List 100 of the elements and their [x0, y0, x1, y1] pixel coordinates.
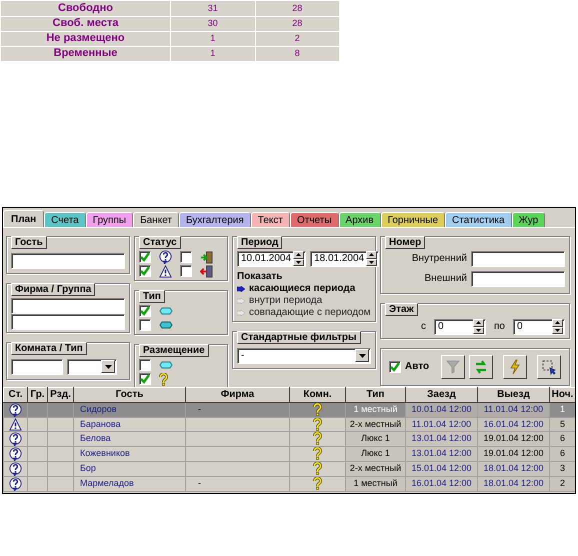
column-header[interactable]: Комн. — [290, 387, 346, 402]
checkbox[interactable] — [139, 373, 151, 385]
tab[interactable]: Горничные — [380, 212, 446, 226]
tab[interactable]: Счета — [44, 212, 86, 226]
column-header[interactable]: Выезд — [478, 387, 550, 402]
tab[interactable]: Группы — [86, 212, 134, 226]
row-label: Своб. места — [0, 16, 170, 31]
type-dropdown[interactable] — [67, 358, 117, 374]
checkbox[interactable] — [139, 251, 151, 263]
bed-icon — [159, 321, 173, 329]
column-header[interactable]: Ноч. — [550, 387, 575, 402]
bed-icon — [159, 307, 173, 315]
question-bubble-icon — [9, 476, 22, 490]
table-cell: 1 — [550, 402, 575, 417]
firm-field[interactable] — [11, 298, 125, 314]
tab[interactable]: Бухгалтерия — [179, 212, 251, 226]
tab[interactable]: Отчеты — [290, 212, 339, 226]
group-title: Номер — [385, 236, 426, 248]
selection-icon — [541, 358, 558, 374]
column-header[interactable]: Ст. — [4, 387, 28, 402]
spin-up-button[interactable] — [366, 251, 378, 258]
table-cell: 28 — [255, 1, 340, 16]
filter-dropdown[interactable]: - — [237, 348, 371, 364]
number-field[interactable]: 0 — [513, 318, 565, 334]
room-field[interactable] — [11, 358, 63, 374]
column-header[interactable]: Тип — [346, 387, 406, 402]
question-mark-icon — [313, 418, 322, 430]
up-arrow-icon — [555, 321, 560, 324]
group-field[interactable] — [11, 314, 125, 330]
checkbox[interactable] — [180, 265, 192, 277]
filter-icon — [445, 358, 462, 374]
down-arrow-icon — [369, 260, 374, 264]
checkbox[interactable] — [139, 265, 151, 277]
table-cell: 2-х местный — [346, 461, 406, 476]
up-arrow-icon — [369, 253, 374, 256]
row-label: Временные — [0, 46, 170, 61]
auto-checkbox[interactable]: Авто — [389, 360, 430, 372]
group-title: Период — [237, 236, 282, 248]
group-title: Статус — [139, 236, 181, 248]
table-cell: 19.01.04 12:00 — [478, 431, 550, 446]
group-title: Гость — [11, 236, 47, 248]
column-header[interactable]: Заезд — [406, 387, 478, 402]
date-field[interactable]: 10.01.2004 — [237, 250, 306, 266]
table-cell: 18.01.04 12:00 — [478, 461, 550, 476]
checkbox[interactable] — [139, 305, 151, 317]
tab[interactable]: Текст — [250, 212, 290, 226]
checkbox[interactable] — [139, 319, 151, 331]
number-field[interactable]: 0 — [434, 318, 486, 334]
spin-up-button[interactable] — [293, 251, 304, 258]
radio-option[interactable]: внутри периода — [237, 294, 371, 306]
date-field[interactable]: 18.01.2004 — [310, 250, 380, 266]
text-field[interactable] — [471, 270, 565, 286]
toolbar-button[interactable] — [503, 354, 528, 378]
up-arrow-icon — [476, 321, 482, 324]
row-label: Не размещено — [0, 31, 170, 46]
table-cell: 11.01.04 12:00 — [478, 402, 550, 417]
question-bubble-icon — [9, 462, 22, 476]
table-cell: 13.01.04 12:00 — [406, 446, 478, 461]
column-header[interactable]: Рзд. — [48, 387, 74, 402]
up-arrow-icon — [296, 253, 302, 256]
table-cell: 16.01.04 12:00 — [478, 417, 550, 431]
text-field[interactable] — [471, 250, 565, 266]
tab[interactable]: Архив — [338, 212, 381, 226]
spin-up-button[interactable] — [473, 319, 484, 326]
table-cell: 10.01.04 12:00 — [406, 402, 478, 417]
guest-field[interactable] — [11, 252, 125, 268]
group-title: Стандартные фильтры — [237, 330, 360, 344]
tab[interactable]: План — [3, 210, 44, 226]
tab[interactable]: Статистика — [445, 212, 512, 226]
group-title: Фирма / Группа — [11, 282, 96, 296]
table-cell: 2 — [550, 476, 575, 491]
warning-icon — [9, 418, 22, 430]
table-cell: - — [186, 402, 290, 417]
question-bubble-icon — [9, 446, 22, 460]
column-header[interactable]: Гр. — [28, 387, 48, 402]
field-label: по — [494, 320, 505, 332]
table-cell: 2-х местный — [346, 417, 406, 431]
table-cell: 6 — [550, 431, 575, 446]
checkbox[interactable] — [180, 251, 192, 263]
spin-up-button[interactable] — [552, 319, 563, 326]
table-cell: Кожевников — [74, 446, 186, 461]
tab[interactable]: Банкет — [133, 212, 180, 226]
table-cell: Бор — [74, 461, 186, 476]
table-cell: 18.01.04 12:00 — [478, 476, 550, 491]
group-title: Комната / Тип — [11, 342, 87, 354]
column-header[interactable]: Фирма — [186, 387, 290, 402]
tab[interactable]: Жур — [512, 212, 546, 226]
table-cell: 8 — [255, 46, 340, 61]
section-label: Показать — [237, 270, 284, 282]
checkbox[interactable] — [139, 359, 151, 371]
group-title: Размещение — [139, 344, 209, 356]
table-cell: 1 местный — [346, 476, 406, 491]
table-cell: 31 — [170, 1, 255, 16]
column-header[interactable]: Гость — [74, 387, 186, 402]
toolbar-button[interactable] — [469, 354, 494, 378]
table-cell: 1 — [170, 46, 255, 61]
radio-option[interactable]: касающиеся периода — [237, 282, 371, 294]
row-label: Свободно — [0, 1, 170, 16]
toolbar-button[interactable] — [537, 354, 561, 378]
radio-option[interactable]: совпадающие с периодом — [237, 306, 371, 318]
